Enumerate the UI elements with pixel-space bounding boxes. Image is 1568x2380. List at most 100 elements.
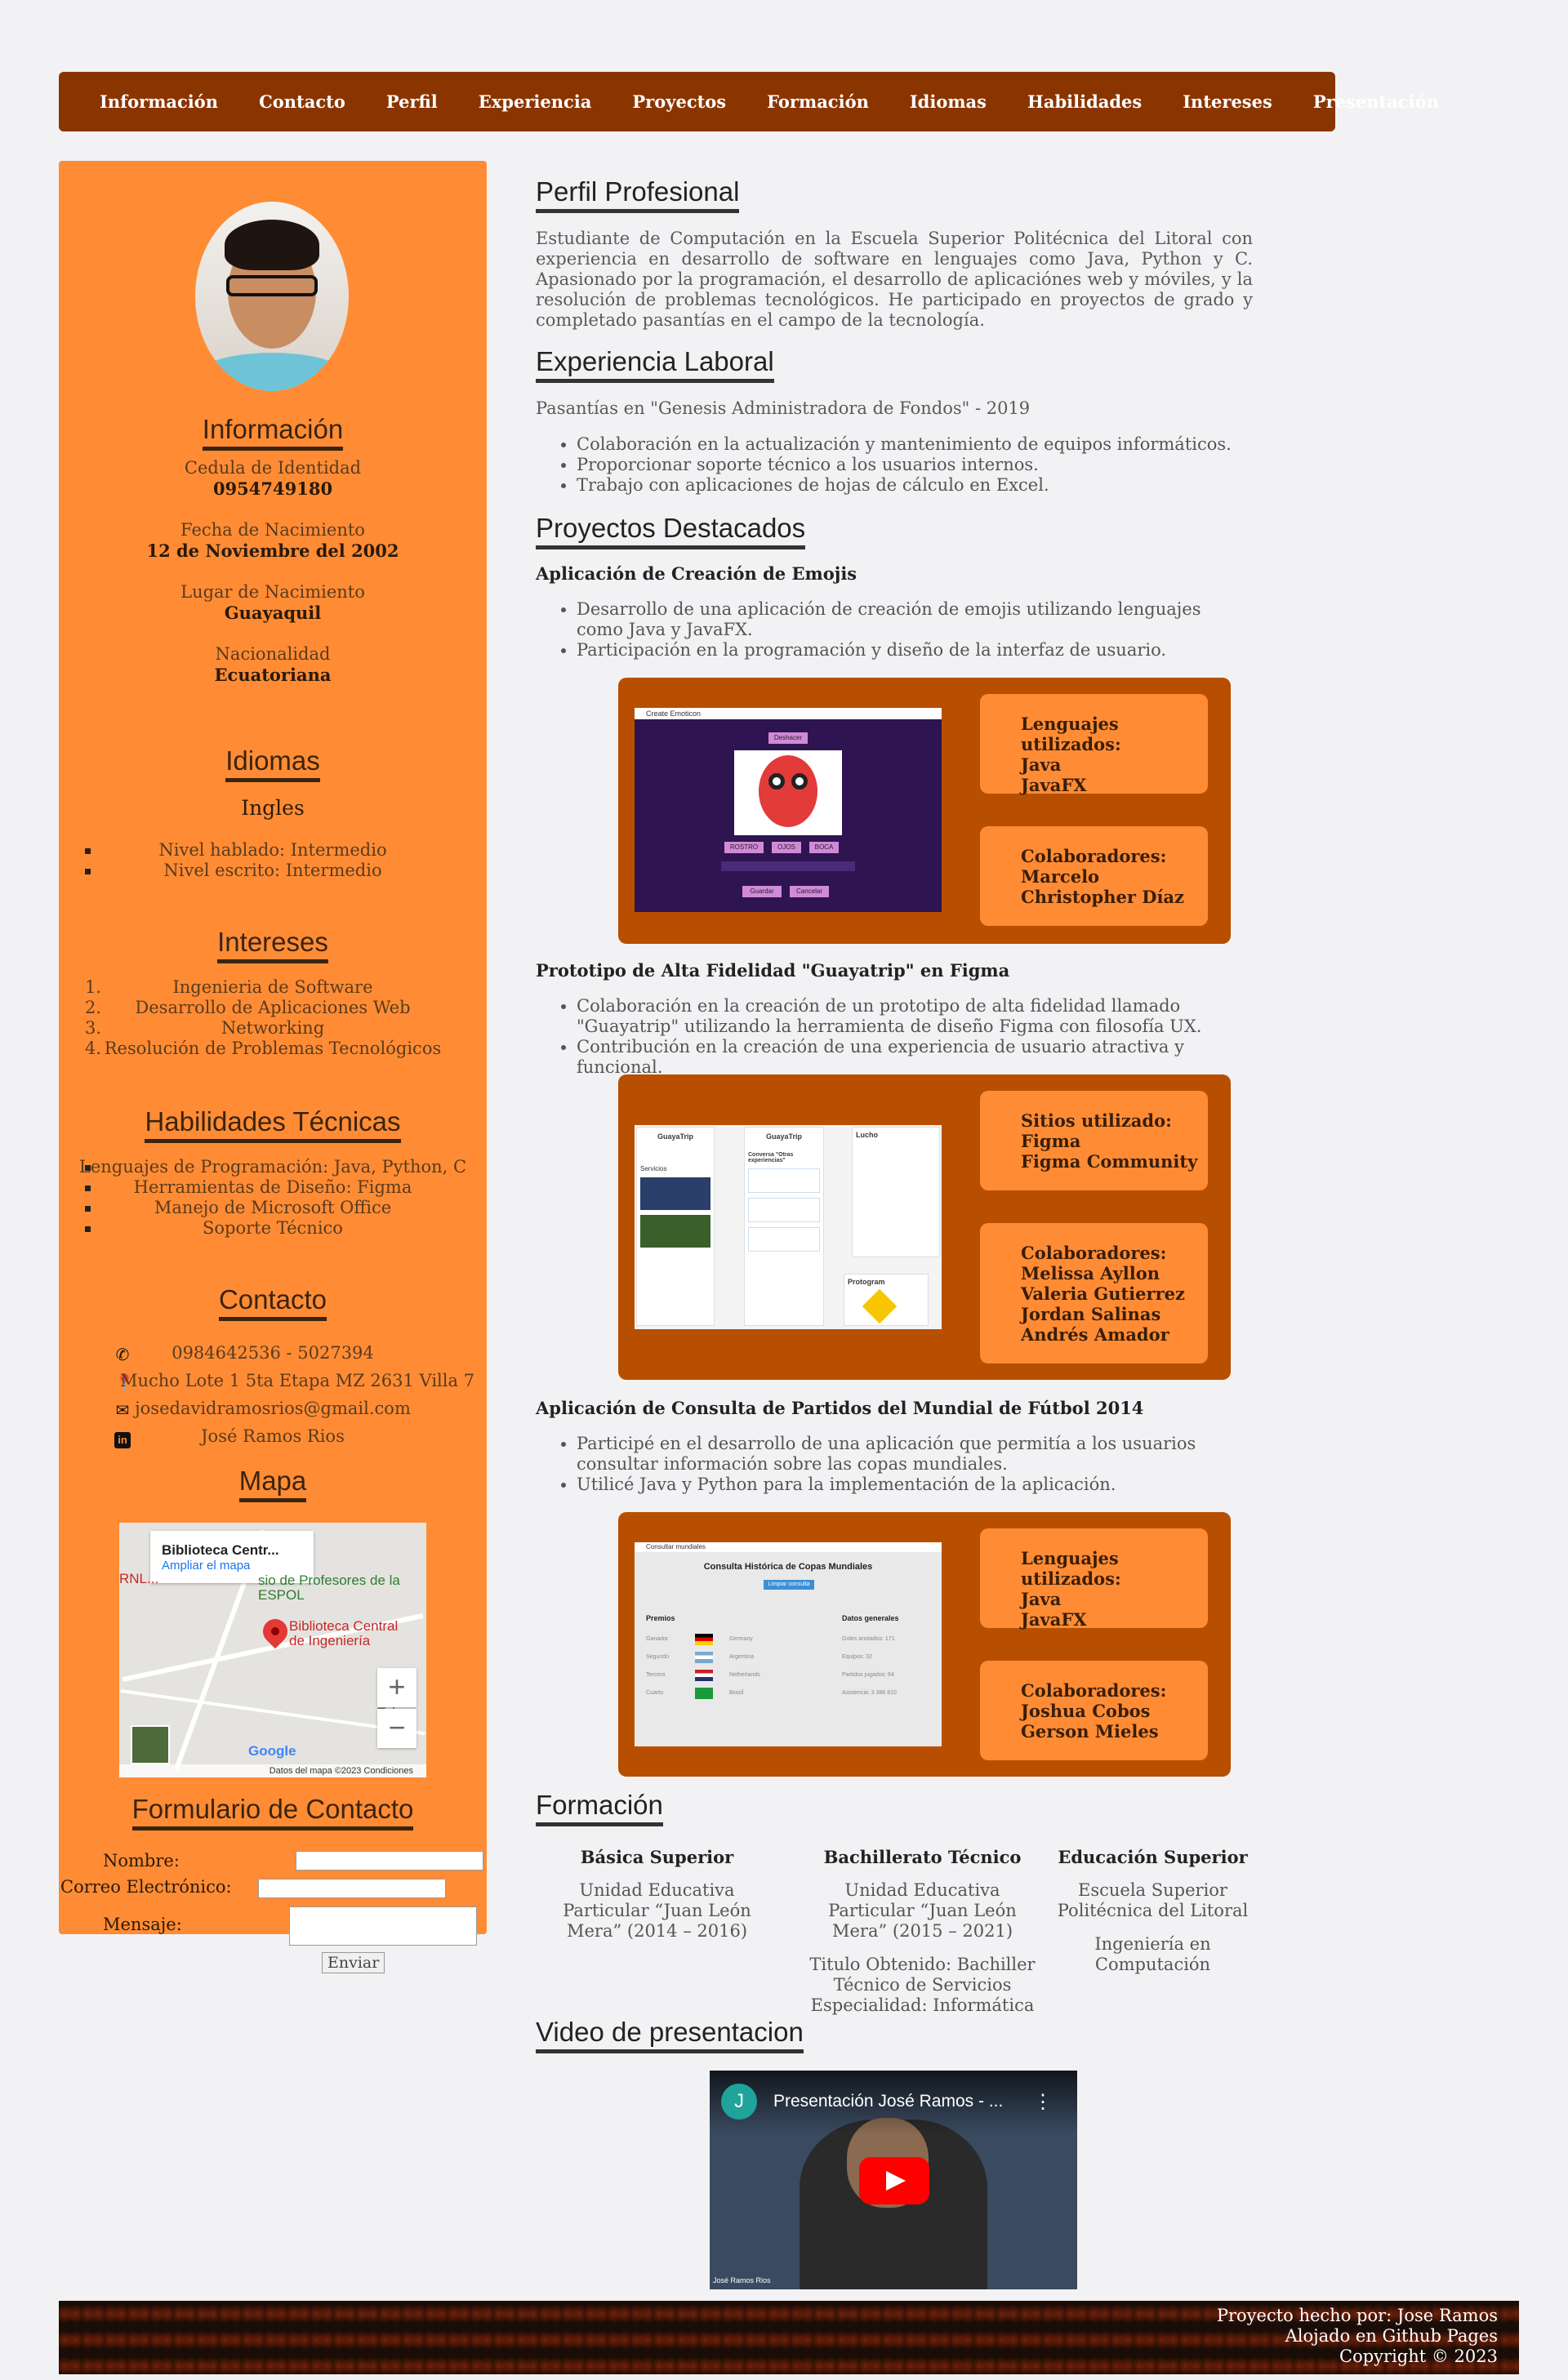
list-item: Nivel escrito: Intermedio xyxy=(59,861,487,881)
message-label: Mensaje: xyxy=(103,1915,182,1934)
project-1-list: Desarrollo de una aplicación de creación… xyxy=(536,599,1253,661)
skills-title: Habilidades Técnicas xyxy=(145,1106,401,1143)
nav-experiencia[interactable]: Experiencia xyxy=(479,91,592,112)
message-textarea[interactable] xyxy=(289,1906,477,1946)
list-item: Desarrollo de una aplicación de creación… xyxy=(577,599,1253,640)
zoom-out-icon[interactable]: − xyxy=(377,1709,416,1748)
email-label: Correo Electrónico: xyxy=(60,1877,232,1897)
map-label-left: RNL... xyxy=(119,1571,159,1586)
list-item: Manejo de Microsoft Office xyxy=(59,1198,487,1218)
project-3-collaborators-box: Colaboradores: Joshua Cobos Gerson Mieles xyxy=(980,1661,1208,1760)
video-title: Video de presentacion xyxy=(536,2017,804,2053)
place-value: Guayaquil xyxy=(224,603,322,623)
video-title-text[interactable]: Presentación José Ramos - ... xyxy=(773,2092,1003,2111)
address-text: Mucho Lote 1 5ta Etapa MZ 2631 Villa 7 xyxy=(119,1371,475,1390)
birth-label: Fecha de Nacimiento xyxy=(180,520,365,540)
video-player[interactable]: J Presentación José Ramos - ... ⋮ José R… xyxy=(710,2071,1077,2289)
cedula-value: 0954749180 xyxy=(212,478,333,499)
project-2-collaborators-box: Colaboradores: Melissa Ayllon Valeria Guti… xyxy=(980,1223,1208,1363)
map-footer: Datos del mapa ©2023 Condiciones xyxy=(119,1764,426,1777)
nav-presentacion[interactable]: Presentación xyxy=(1313,91,1439,112)
education-title: Formación xyxy=(536,1790,663,1826)
map-title: Mapa xyxy=(238,1466,307,1502)
list-item: Colaboración en la actualización y mante… xyxy=(577,434,1253,455)
birth-value: 12 de Noviembre del 2002 xyxy=(146,541,399,561)
figma-prototype-screenshot: GuayaTrip Servicios GuayaTrip Conversa "… xyxy=(635,1125,942,1329)
email-row: ✉ josedavidramosrios@gmail.com xyxy=(59,1399,487,1420)
nav-habilidades[interactable]: Habilidades xyxy=(1027,91,1142,112)
linkedin-text[interactable]: José Ramos Rios xyxy=(59,1426,487,1446)
map-label-other: sio de Profesores de la ESPOL xyxy=(258,1573,400,1603)
project-2-name: Prototipo de Alta Fidelidad "Guayatrip" … xyxy=(536,960,1010,981)
embedded-map[interactable]: Biblioteca Centr... Ampliar el mapa RNL.… xyxy=(119,1523,426,1777)
list-item: Contribución en la creación de una exper… xyxy=(577,1037,1253,1078)
project-3-card: Consultar mundiales Consulta Histórica d… xyxy=(618,1512,1231,1777)
list-item: 3. Networking xyxy=(85,1018,325,1038)
play-button-icon[interactable] xyxy=(859,2157,929,2204)
nav-idiomas[interactable]: Idiomas xyxy=(910,91,987,112)
nav-contacto[interactable]: Contacto xyxy=(259,91,345,112)
email-text[interactable]: josedavidramosrios@gmail.com xyxy=(59,1399,487,1418)
name-label: Nombre: xyxy=(103,1851,180,1871)
channel-avatar[interactable]: J xyxy=(721,2084,757,2120)
education-university: Educación Superior Escuela Superior Poli… xyxy=(1057,1847,1249,1974)
google-logo: Google xyxy=(248,1743,296,1759)
contact-title: Contacto xyxy=(218,1284,327,1321)
interests-title: Intereses xyxy=(217,927,328,963)
map-label-main: Biblioteca Central de Ingeniería xyxy=(289,1618,399,1648)
submit-button[interactable]: Enviar xyxy=(322,1952,385,1973)
nav-informacion[interactable]: Información xyxy=(100,91,218,112)
zoom-in-icon[interactable]: + xyxy=(377,1668,416,1707)
project-3-name: Aplicación de Consulta de Partidos del M… xyxy=(536,1398,1144,1418)
skills-list: Lenguajes de Programación: Java, Python,… xyxy=(59,1157,487,1239)
list-item: Trabajo con aplicaciones de hojas de cál… xyxy=(577,475,1253,496)
list-item: Participación en la programación y diseñ… xyxy=(577,640,1253,661)
languages-title: Idiomas xyxy=(225,745,320,782)
list-item: Herramientas de Diseño: Figma xyxy=(59,1177,487,1198)
profile-text: Estudiante de Computación en la Escuela … xyxy=(536,229,1253,330)
top-nav: Información Contacto Perfil Experiencia … xyxy=(59,72,1439,131)
interests-list: 1. Ingenieria de Software 2. Desarrollo de… xyxy=(59,977,487,1059)
nationality-value: Ecuatoriana xyxy=(214,665,332,685)
nav-formacion[interactable]: Formación xyxy=(767,91,869,112)
list-item: Proporcionar soporte técnico a los usuar… xyxy=(577,455,1253,475)
project-2-card: GuayaTrip Servicios GuayaTrip Conversa "… xyxy=(618,1074,1231,1380)
nav-perfil[interactable]: Perfil xyxy=(386,91,438,112)
form-title: Formulario de Contacto xyxy=(131,1794,414,1831)
satellite-thumbnail[interactable] xyxy=(131,1725,170,1764)
sidebar: Información Cedula de Identidad 09547491… xyxy=(59,161,487,1973)
experience-list: Colaboración en la actualización y mante… xyxy=(536,434,1253,496)
footer: Proyecto hecho por: Jose Ramos Alojado e… xyxy=(59,2301,1519,2374)
project-2-sites-box: Sitios utilizado: Figma Figma Community xyxy=(980,1091,1208,1190)
linkedin-row: in José Ramos Rios xyxy=(59,1426,487,1448)
education-high-school: Bachillerato Técnico Unidad Educativa Pa… xyxy=(809,1847,1036,2015)
worldcup-app-screenshot: Consultar mundiales Consulta Histórica d… xyxy=(635,1542,942,1746)
project-1-name: Aplicación de Creación de Emojis xyxy=(536,563,858,584)
phone-row: ✆ 0984642536 - 5027394 xyxy=(59,1343,487,1364)
footer-hosting: Alojado en Github Pages xyxy=(1285,2326,1498,2346)
list-item: 1. Ingenieria de Software xyxy=(85,977,373,997)
nav-intereses[interactable]: Intereses xyxy=(1183,91,1272,112)
list-item: Lenguajes de Programación: Java, Python,… xyxy=(59,1157,487,1177)
video-caption: José Ramos Rios xyxy=(713,2276,771,2284)
project-2-list: Colaboración en la creación de un protot… xyxy=(536,996,1253,1078)
experience-title: Experiencia Laboral xyxy=(536,346,774,383)
cedula-label: Cedula de Identidad xyxy=(184,458,362,478)
list-item: Nivel hablado: Intermedio xyxy=(59,840,487,861)
list-item: Utilicé Java y Python para la implementa… xyxy=(577,1475,1253,1495)
more-options-icon[interactable]: ⋮ xyxy=(1033,2090,1053,2113)
info-title: Información xyxy=(202,414,344,451)
education-basic: Básica Superior Unidad Educativa Particu… xyxy=(563,1847,751,1941)
footer-author: Proyecto hecho por: Jose Ramos xyxy=(1216,2306,1498,2325)
name-input[interactable] xyxy=(296,1851,483,1871)
nav-proyectos[interactable]: Proyectos xyxy=(632,91,726,112)
experience-intro: Pasantías en "Genesis Administradora de … xyxy=(536,398,1031,418)
project-3-languages-box: Lenguajes utilizados: Java JavaFX xyxy=(980,1528,1208,1630)
project-3-list: Participé en el desarrollo de una aplica… xyxy=(536,1434,1253,1495)
project-1-collaborators-box: Colaboradores: Marcelo Christopher Díaz xyxy=(980,826,1208,926)
footer-copyright: Copyright © 2023 xyxy=(1339,2347,1498,2366)
language-levels: Nivel hablado: Intermedio Nivel escrito:… xyxy=(59,840,487,881)
email-input[interactable] xyxy=(258,1879,446,1898)
nationality-label: Nacionalidad xyxy=(215,644,331,664)
map-expand-link[interactable]: Ampliar el mapa xyxy=(162,1559,250,1573)
